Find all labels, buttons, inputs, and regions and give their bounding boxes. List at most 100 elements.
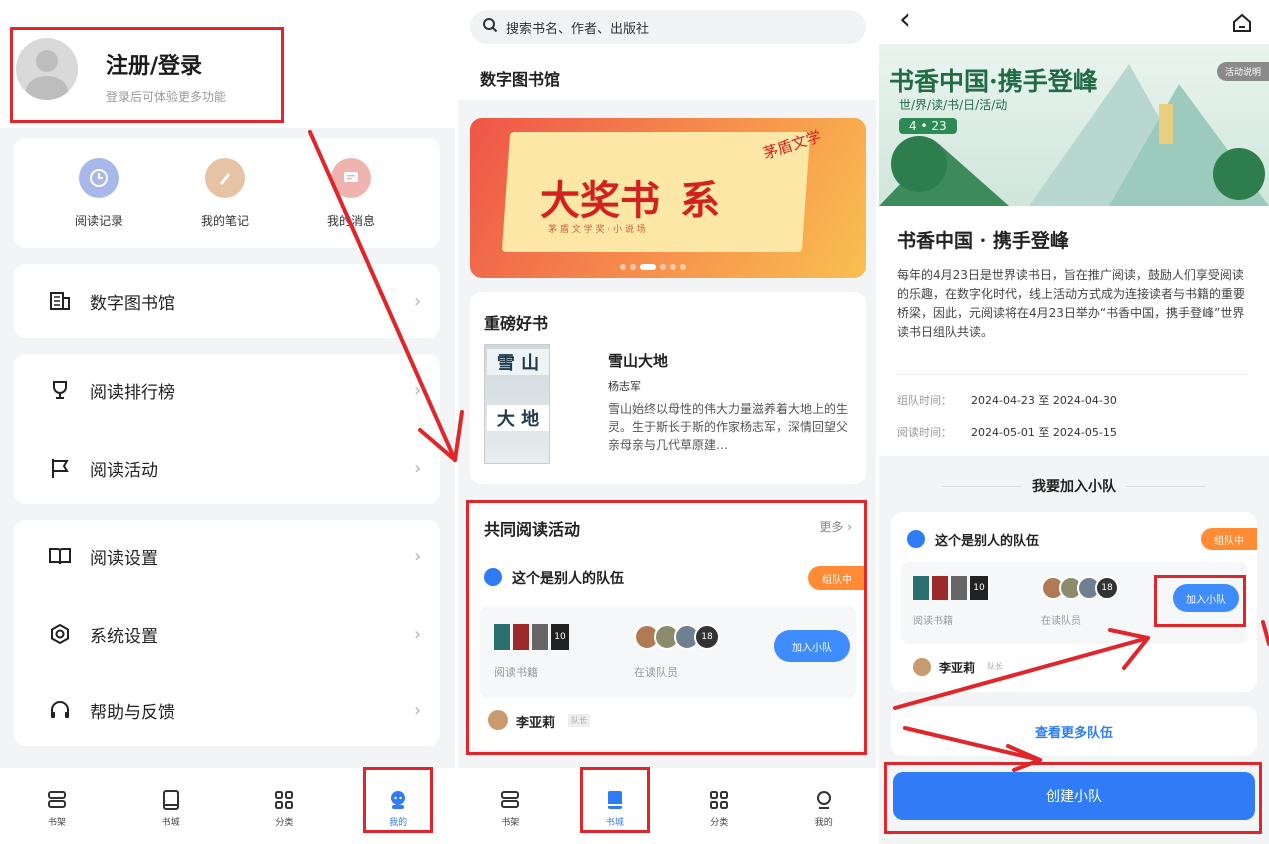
open-book-icon xyxy=(40,545,80,567)
divider xyxy=(897,374,1249,375)
menu-item-help[interactable]: 帮助与反馈 › xyxy=(14,680,440,740)
building-icon xyxy=(40,290,80,312)
team-time: 2024-04-23 至 2024-04-30 xyxy=(971,394,1117,407)
leader-tag: 队长 xyxy=(987,662,1003,671)
leader-tag: 队长 xyxy=(568,714,590,727)
read-time-label: 阅读时间： xyxy=(897,426,952,439)
leader-avatar xyxy=(488,710,508,730)
rules-button[interactable]: 活动说明 xyxy=(1216,62,1269,81)
login-title[interactable]: 注册/登录 xyxy=(106,48,202,80)
team-name: 这个是别人的队伍 xyxy=(512,571,624,587)
tab-mine[interactable]: 我的 xyxy=(341,768,455,844)
tab-category[interactable]: 分类 xyxy=(228,768,342,844)
event-banner-sub: 世/界/读/书/日/活/动 xyxy=(899,98,1008,112)
tab-mine[interactable]: 我的 xyxy=(772,768,877,844)
bookstore-screen: 搜索书名、作者、出版社 数字图书馆 大奖书 系 茅 盾 文 学 奖 · 小 说 … xyxy=(458,0,876,844)
leader-avatar xyxy=(913,658,931,676)
event-banner-title: 书香中国·携手登峰 xyxy=(889,67,1098,96)
event-title: 书香中国 · 携手登峰 xyxy=(897,230,1069,252)
leader-name: 李亚莉 xyxy=(516,716,556,731)
read-time: 2024-05-01 至 2024-05-15 xyxy=(971,426,1117,439)
tab-category[interactable]: 分类 xyxy=(667,768,772,844)
login-subtitle: 登录后可体验更多功能 xyxy=(106,90,227,104)
search-icon xyxy=(482,17,498,37)
trophy-icon xyxy=(40,379,80,401)
banner-title-2: 系 xyxy=(680,177,720,224)
user-icon xyxy=(813,785,835,815)
chevron-right-icon: › xyxy=(414,457,422,479)
page-title: 数字图书馆 xyxy=(480,70,561,89)
join-team-button[interactable]: 加入小队 xyxy=(1173,584,1239,612)
profile-header[interactable]: 注册/登录 登录后可体验更多功能 xyxy=(0,0,455,128)
leader-name: 李亚莉 xyxy=(939,661,976,675)
pen-icon xyxy=(205,158,245,198)
settings-menu-card: 阅读设置 › 系统设置 › 帮助与反馈 › xyxy=(14,520,440,746)
profile-screen: 注册/登录 登录后可体验更多功能 阅读记录 我的笔记 我的消息 数字图书馆 › … xyxy=(0,0,455,844)
gear-icon xyxy=(40,623,80,645)
join-heading: 我要加入小队 xyxy=(879,476,1269,496)
search-input[interactable]: 搜索书名、作者、出版社 xyxy=(506,18,649,37)
flag-circle-icon xyxy=(907,530,925,548)
coread-card: 共同阅读活动 更多 › 这个是别人的队伍 组队中 10 阅读书籍 18 在读队员… xyxy=(470,500,866,750)
quick-action-messages[interactable]: 我的消息 xyxy=(306,158,396,229)
chevron-right-icon: › xyxy=(414,623,422,645)
menu-item-reading-settings[interactable]: 阅读设置 › xyxy=(14,526,440,586)
tab-bar: 书架 书城 分类 我的 xyxy=(0,768,455,844)
book-author: 杨志军 xyxy=(608,380,641,393)
book-icon xyxy=(605,785,625,815)
quick-actions-card: 阅读记录 我的笔记 我的消息 xyxy=(14,138,440,248)
team-name: 这个是别人的队伍 xyxy=(935,534,1040,549)
book-cover[interactable]: 雪 山 大 地 xyxy=(484,344,550,464)
tab-bar: 书架 书城 分类 我的 xyxy=(458,768,876,844)
event-screen: ‹ 书香中国·携手登峰 世/界/读/书/日/活/动 4 • 23 活动说明 书香… xyxy=(879,0,1269,844)
bookshelf-icon xyxy=(499,785,521,815)
tab-bookshelf[interactable]: 书架 xyxy=(0,768,114,844)
join-team-button[interactable]: 加入小队 xyxy=(774,630,850,662)
bookshelf-icon xyxy=(46,785,68,815)
create-team-button[interactable]: 创建小队 xyxy=(893,772,1255,820)
book-thumbnails: 10 xyxy=(494,624,569,650)
banner-title: 大奖书 xyxy=(540,177,660,224)
home-icon[interactable] xyxy=(1231,12,1253,38)
featured-card: 重磅好书 雪 山 大 地 雪山大地 杨志军 雪山始终以母性的伟大力量滋养着大地上… xyxy=(470,292,866,484)
chevron-right-icon: › xyxy=(414,699,422,721)
activity-menu-card: 阅读排行榜 › 阅读活动 › xyxy=(14,354,440,504)
team-card: 这个是别人的队伍 组队中 10 阅读书籍 18 在读队员 加入小队 李亚莉 队长 xyxy=(891,512,1257,692)
flag-icon xyxy=(40,457,80,479)
banner-carousel[interactable]: 大奖书 系 茅 盾 文 学 奖 · 小 说 场 茅盾文学 xyxy=(470,118,866,278)
event-description: 每年的4月23日是世界读书日，旨在推广阅读，鼓励人们享受阅读的乐趣，在数字化时代… xyxy=(897,268,1246,339)
back-button[interactable]: ‹ xyxy=(899,2,911,37)
tab-bookstore[interactable]: 书城 xyxy=(563,768,668,844)
chevron-right-icon: › xyxy=(414,290,422,312)
tab-bookshelf[interactable]: 书架 xyxy=(458,768,563,844)
book-description: 雪山始终以母性的伟大力量滋养着大地上的生灵。生于斯长于斯的作家杨志军，深情回望父… xyxy=(608,402,849,452)
featured-heading: 重磅好书 xyxy=(484,314,549,333)
menu-item-system-settings[interactable]: 系统设置 › xyxy=(14,604,440,664)
chevron-right-icon: › xyxy=(414,379,422,401)
avatar xyxy=(16,38,78,100)
event-banner-date: 4 • 23 xyxy=(899,118,957,134)
book-thumbnails: 10 xyxy=(913,576,988,600)
member-avatars: 18 xyxy=(634,624,720,650)
coread-heading: 共同阅读活动 xyxy=(484,520,581,539)
grid-icon xyxy=(708,785,730,815)
team-info-box[interactable]: 10 阅读书籍 18 在读队员 加入小队 xyxy=(901,562,1247,644)
event-banner: 书香中国·携手登峰 世/界/读/书/日/活/动 4 • 23 活动说明 xyxy=(879,44,1269,206)
quick-action-reading-history[interactable]: 阅读记录 xyxy=(54,158,144,229)
message-icon xyxy=(331,158,371,198)
more-teams-link[interactable]: 查看更多队伍 xyxy=(1035,722,1113,741)
more-link[interactable]: 更多 › xyxy=(819,518,852,535)
book-title[interactable]: 雪山大地 xyxy=(608,350,668,371)
banner-dots xyxy=(620,264,686,270)
team-info-box[interactable]: 10 阅读书籍 18 在读队员 加入小队 xyxy=(480,606,856,698)
book-icon xyxy=(161,785,181,815)
tab-bookstore[interactable]: 书城 xyxy=(114,768,228,844)
search-bar[interactable]: 搜索书名、作者、出版社 xyxy=(470,10,866,44)
chevron-right-icon: › xyxy=(414,545,422,567)
quick-action-notes[interactable]: 我的笔记 xyxy=(180,158,270,229)
menu-item-ranking[interactable]: 阅读排行榜 › xyxy=(14,360,440,420)
menu-item-activity[interactable]: 阅读活动 › xyxy=(14,438,440,498)
menu-item-library[interactable]: 数字图书馆 › xyxy=(14,271,440,331)
more-teams-card[interactable]: 查看更多队伍 xyxy=(891,706,1257,756)
flag-circle-icon xyxy=(484,568,502,586)
